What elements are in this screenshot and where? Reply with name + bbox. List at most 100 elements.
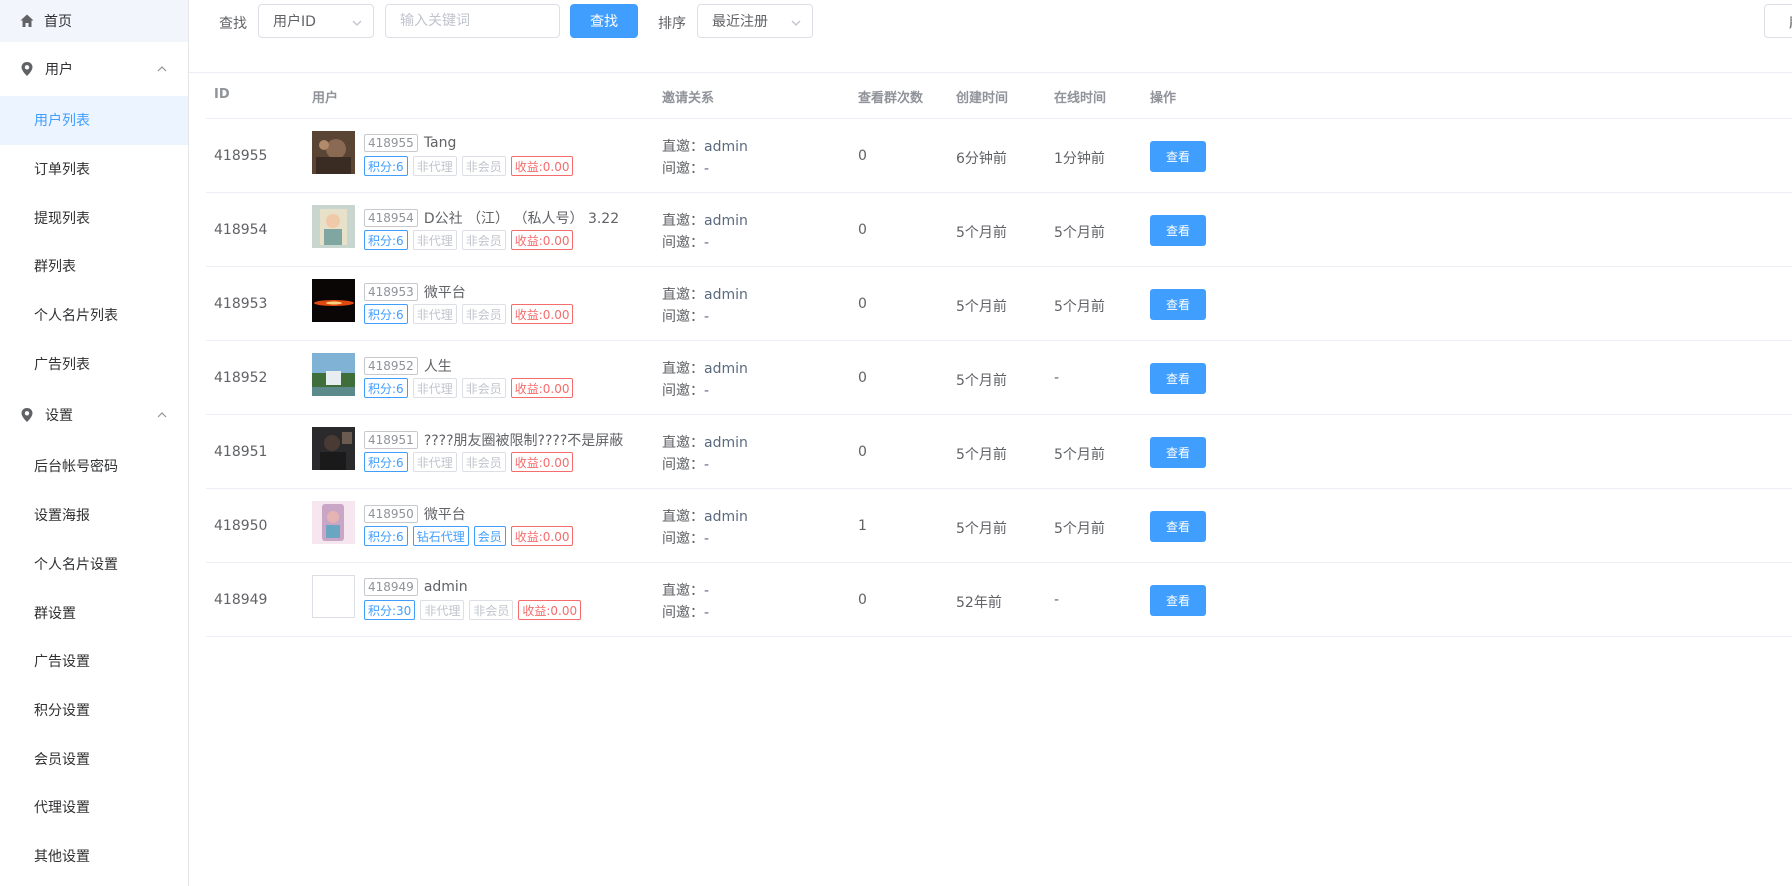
sidebar-item-1-2[interactable]: 个人名片设置 (0, 540, 188, 589)
table-row: 418953 418953 微平台 积分:6 非代理 非会员 收益:0.00 直邀：admin… (206, 267, 1792, 341)
status-badge: 收益:0.00 (510, 156, 574, 176)
sort-label: 排序 (658, 16, 686, 32)
header-id: ID (214, 87, 230, 102)
uid-badge: 418953 (364, 283, 418, 301)
status-badge: 非代理 (420, 600, 465, 620)
created-time: 5个月前 (956, 373, 1007, 389)
status-badge: 非代理 (412, 304, 457, 324)
avatar-image (312, 205, 355, 248)
status-badge: 积分:6 (364, 304, 408, 324)
invite-indirect-label: 间邀： (662, 457, 704, 473)
table-row: 418952 418952 人生 积分:6 非代理 非会员 收益:0.00 直邀：admin 间… (206, 341, 1792, 415)
chevron-up-icon (157, 66, 167, 72)
chevron-up-icon (157, 412, 167, 418)
invite-indirect-value: - (704, 531, 710, 547)
status-badge: 非会员 (461, 230, 506, 250)
header-views: 查看群次数 (858, 91, 924, 106)
invite-direct-value: admin (704, 213, 748, 229)
sidebar-item-1-5[interactable]: 积分设置 (0, 686, 188, 735)
search-label: 查找 (219, 16, 247, 32)
header-invite: 邀请关系 (662, 91, 715, 106)
sidebar-item-0-4[interactable]: 个人名片列表 (0, 291, 188, 340)
refresh-button[interactable]: 刷 (1764, 4, 1792, 38)
status-badge: 会员 (473, 526, 506, 546)
chevron-down-icon (791, 20, 801, 26)
status-badge: 收益:0.00 (510, 452, 574, 472)
invite-relation: 直邀：admin 间邀：- (662, 506, 748, 550)
sidebar-item-1-8[interactable]: 其他设置 (0, 832, 188, 881)
table-row: 418951 418951 ????朋友圈被限制????不是屏蔽 积分:6 非代理 非会员… (206, 415, 1792, 489)
avatar (312, 353, 355, 396)
view-count: 0 (858, 148, 867, 164)
sidebar-item-1-4[interactable]: 广告设置 (0, 637, 188, 686)
online-time: 5个月前 (1054, 521, 1105, 537)
online-time: - (1054, 370, 1060, 386)
created-time: 5个月前 (956, 447, 1007, 463)
view-button[interactable]: 查看 (1150, 585, 1206, 616)
keyword-input[interactable] (385, 4, 560, 38)
user-tags: 积分:6 非代理 非会员 收益:0.00 (364, 378, 578, 398)
sidebar-group-1[interactable]: 设置 (0, 388, 188, 442)
sidebar-item-home[interactable]: 首页 (0, 0, 188, 42)
user-nickname: Tang (423, 135, 457, 151)
status-badge: 非会员 (469, 600, 514, 620)
invite-indirect-value: - (704, 235, 710, 251)
sidebar-groups: 用户用户列表 订单列表 提现列表 群列表 个人名片列表 广告列表 设置 后台帐号密码 设置海报个… (0, 42, 188, 880)
status-badge: 非会员 (461, 452, 506, 472)
status-badge: 非会员 (461, 156, 506, 176)
sidebar-item-0-5[interactable]: 广告列表 (0, 339, 188, 388)
invite-relation: 直邀：admin 间邀：- (662, 432, 748, 476)
view-button[interactable]: 查看 (1150, 289, 1206, 320)
uid-badge: 418955 (364, 134, 418, 152)
sidebar-item-0-1[interactable]: 订单列表 (0, 145, 188, 194)
view-button[interactable]: 查看 (1150, 215, 1206, 246)
field-select[interactable]: 用户ID (258, 4, 374, 38)
user-id: 418950 (214, 518, 268, 534)
status-badge: 收益:0.00 (510, 304, 574, 324)
view-button[interactable]: 查看 (1150, 511, 1206, 542)
created-time: 52年前 (956, 595, 1002, 611)
invite-direct-label: 直邀： (662, 213, 704, 229)
view-count: 0 (858, 592, 867, 608)
view-count: 1 (858, 518, 867, 534)
home-icon (20, 14, 34, 27)
online-time: - (1054, 592, 1060, 608)
sidebar-item-0-2[interactable]: 提现列表 (0, 193, 188, 242)
sort-select[interactable]: 最近注册 (697, 4, 813, 38)
sidebar-item-1-3[interactable]: 群设置 (0, 588, 188, 637)
status-badge: 收益:0.00 (510, 230, 574, 250)
status-badge: 非代理 (412, 230, 457, 250)
avatar (312, 131, 355, 174)
sidebar-group-title: 用户 (45, 62, 73, 78)
avatar-image (312, 501, 355, 544)
user-id: 418949 (214, 592, 268, 608)
sidebar-item-1-1[interactable]: 设置海报 (0, 491, 188, 540)
invite-direct-value: admin (704, 361, 748, 377)
invite-indirect-label: 间邀： (662, 309, 704, 325)
sort-select-value: 最近注册 (712, 14, 768, 30)
user-nickname: 微平台 (423, 285, 466, 301)
view-button[interactable]: 查看 (1150, 437, 1206, 468)
toolbar: 查找 用户ID 查找 排序 最近注册 刷 (189, 0, 1792, 44)
sidebar-group-0[interactable]: 用户 (0, 42, 188, 96)
avatar (312, 205, 355, 248)
chevron-down-icon (352, 20, 362, 26)
uid-badge: 418950 (364, 505, 418, 523)
user-id: 418955 (214, 148, 268, 164)
sidebar-item-1-6[interactable]: 会员设置 (0, 734, 188, 783)
table-row: 418955 418955 Tang 积分:6 非代理 非会员 收益:0.00 直邀：admi… (206, 119, 1792, 193)
invite-direct-label: 直邀： (662, 435, 704, 451)
view-button[interactable]: 查看 (1150, 363, 1206, 394)
sidebar-item-0-0[interactable]: 用户列表 (0, 96, 188, 145)
sidebar-item-0-3[interactable]: 群列表 (0, 242, 188, 291)
user-name-line: 418954 D公社 （江） （私人号） 3.22 (364, 208, 619, 228)
user-tags: 积分:6 非代理 非会员 收益:0.00 (364, 156, 578, 176)
sidebar-item-label: 首页 (44, 14, 72, 30)
view-count: 0 (858, 370, 867, 386)
view-count: 0 (858, 444, 867, 460)
search-button[interactable]: 查找 (570, 4, 638, 38)
sidebar-item-1-0[interactable]: 后台帐号密码 (0, 442, 188, 491)
invite-indirect-value: - (704, 383, 710, 399)
view-button[interactable]: 查看 (1150, 141, 1206, 172)
sidebar-item-1-7[interactable]: 代理设置 (0, 783, 188, 832)
